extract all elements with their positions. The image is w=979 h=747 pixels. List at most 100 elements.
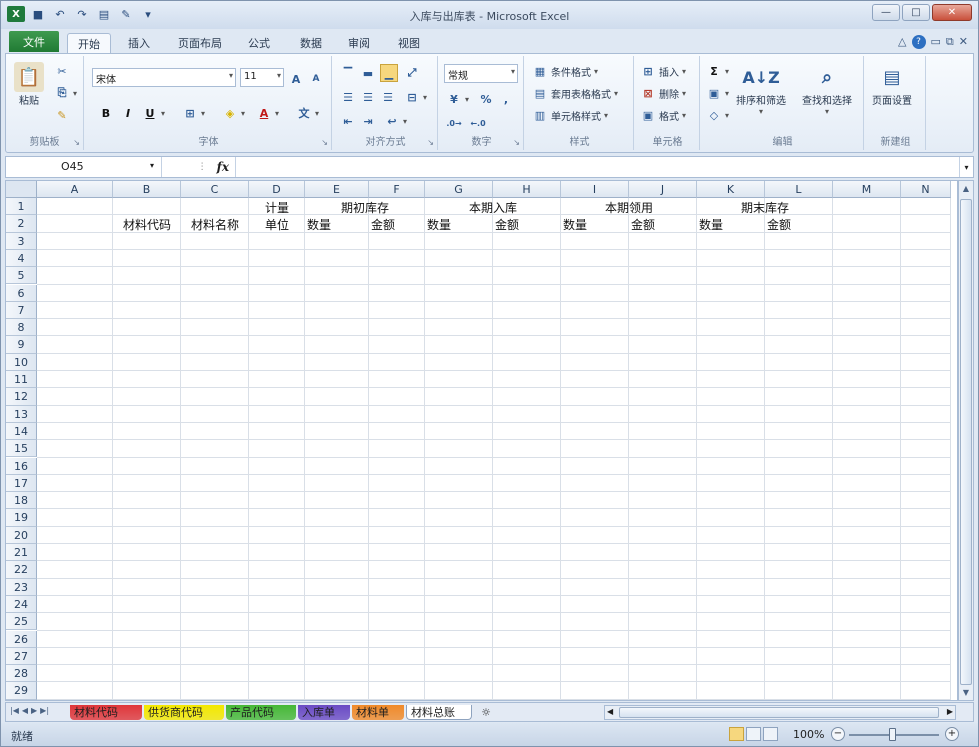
scroll-down-icon[interactable]: ▼ <box>959 685 973 700</box>
name-box[interactable]: O45 <box>6 157 162 177</box>
column-header-m[interactable]: M <box>833 181 901 198</box>
cell-g1[interactable]: 本期入库 <box>427 199 559 216</box>
align-top-button[interactable]: ▔ <box>340 64 356 82</box>
maximize-button[interactable]: □ <box>902 4 930 21</box>
sheet-tab-material-ledger[interactable]: 材料总账 <box>406 705 472 720</box>
row-header-5[interactable]: 5 <box>6 267 37 285</box>
tab-data[interactable]: 数据 <box>291 33 331 53</box>
page-setup-button[interactable]: ▤ 页面设置 <box>872 62 912 108</box>
column-header-n[interactable]: N <box>901 181 951 198</box>
merge-center-button[interactable]: ⊟ ▾ <box>404 88 427 106</box>
row-header-7[interactable]: 7 <box>6 301 37 320</box>
cut-button[interactable]: ✂ <box>54 62 70 80</box>
wrap-text-button[interactable]: ↩ ▾ <box>384 112 407 130</box>
orientation-button[interactable]: ⤢ <box>404 64 420 82</box>
column-header-e[interactable]: E <box>305 181 369 198</box>
decrease-decimal-button[interactable]: ←.0 <box>470 114 486 132</box>
column-header-h[interactable]: H <box>493 181 561 198</box>
formula-input[interactable] <box>238 157 959 177</box>
cell-h2[interactable]: 金额 <box>495 216 559 233</box>
normal-view-icon[interactable] <box>729 727 744 741</box>
row-header-3[interactable]: 3 <box>6 232 37 250</box>
minimize-button[interactable]: — <box>872 4 900 21</box>
cell-styles-button[interactable]: ▥ 单元格样式 ▾ <box>532 106 608 124</box>
row-header-17[interactable]: 17 <box>6 474 37 493</box>
row-header-28[interactable]: 28 <box>6 665 37 683</box>
column-header-k[interactable]: K <box>697 181 765 198</box>
cell-c2[interactable]: 材料名称 <box>183 216 247 233</box>
column-header-d[interactable]: D <box>249 181 305 198</box>
cell-e2[interactable]: 数量 <box>307 216 367 233</box>
row-header-25[interactable]: 25 <box>6 613 37 631</box>
vertical-scroll-thumb[interactable] <box>960 199 972 685</box>
row-header-11[interactable]: 11 <box>6 371 37 389</box>
alignment-launcher-icon[interactable]: ↘ <box>427 138 434 147</box>
close-button[interactable]: ✕ <box>932 4 972 21</box>
sheet-tab-supplier-code[interactable]: 供货商代码 <box>144 705 224 720</box>
column-header-j[interactable]: J <box>629 181 697 198</box>
clipboard-launcher-icon[interactable]: ↘ <box>73 138 80 147</box>
new-sheet-icon[interactable]: ☼ <box>476 705 496 720</box>
row-header-27[interactable]: 27 <box>6 647 37 666</box>
fill-button[interactable]: ▣ ▾ <box>706 84 729 102</box>
sheet-tab-product-code[interactable]: 产品代码 <box>226 705 296 720</box>
cell-j2[interactable]: 金额 <box>631 216 695 233</box>
underline-button[interactable]: U ▾ <box>142 104 165 122</box>
scroll-right-icon[interactable]: ▶ <box>947 707 953 716</box>
row-header-18[interactable]: 18 <box>6 492 37 510</box>
tab-insert[interactable]: 插入 <box>119 33 159 53</box>
font-size-select[interactable]: 11 ▾ <box>240 68 284 87</box>
column-header-f[interactable]: F <box>369 181 425 198</box>
next-sheet-icon[interactable]: ▶ <box>31 706 37 715</box>
column-header-l[interactable]: L <box>765 181 833 198</box>
font-launcher-icon[interactable]: ↘ <box>321 138 328 147</box>
cell-g2[interactable]: 数量 <box>427 216 491 233</box>
align-right-button[interactable]: ☰ <box>380 88 396 106</box>
page-layout-view-icon[interactable] <box>746 727 761 741</box>
font-name-select[interactable]: 宋体 ▾ <box>92 68 236 87</box>
sheet-tab-inbound[interactable]: 入库单 <box>298 705 350 720</box>
row-header-29[interactable]: 29 <box>6 682 37 700</box>
zoom-level[interactable]: 100% <box>793 728 824 741</box>
conditional-formatting-button[interactable]: ▦ 条件格式 ▾ <box>532 62 598 80</box>
workbook-close-icon[interactable]: ✕ <box>959 35 968 49</box>
workbook-minimize-icon[interactable]: ▭ <box>931 35 941 49</box>
align-bottom-button[interactable]: ▁ <box>380 64 398 82</box>
grow-font-button[interactable]: A <box>288 70 304 88</box>
zoom-slider-knob[interactable] <box>889 728 896 741</box>
row-header-12[interactable]: 12 <box>6 388 37 406</box>
format-as-table-button[interactable]: ▤ 套用表格格式 ▾ <box>532 84 618 102</box>
cell-e1[interactable]: 期初库存 <box>307 199 423 216</box>
horizontal-scroll-thumb[interactable] <box>619 707 939 718</box>
font-color-button[interactable]: A ▾ <box>256 104 279 122</box>
prev-sheet-icon[interactable]: ◀ <box>22 706 28 715</box>
workbook-restore-icon[interactable]: ⧉ <box>946 35 954 49</box>
align-center-button[interactable]: ☰ <box>360 88 376 106</box>
paste-button[interactable]: 📋 粘贴 <box>14 62 44 107</box>
increase-indent-button[interactable]: ⇥ <box>360 112 376 130</box>
row-header-10[interactable]: 10 <box>6 353 37 371</box>
row-header-2[interactable]: 2 <box>6 215 37 233</box>
scroll-left-icon[interactable]: ◀ <box>607 707 613 716</box>
scroll-up-icon[interactable]: ▲ <box>959 181 973 196</box>
row-header-26[interactable]: 26 <box>6 630 37 648</box>
tab-formulas[interactable]: 公式 <box>239 33 279 53</box>
row-header-21[interactable]: 21 <box>6 544 37 562</box>
first-sheet-icon[interactable]: |◀ <box>10 706 19 715</box>
phonetic-button[interactable]: 文 ▾ <box>296 104 320 122</box>
sheet-tab-material-list[interactable]: 材料单 <box>352 705 404 720</box>
percent-button[interactable]: % <box>478 90 494 108</box>
horizontal-scrollbar[interactable]: ◀ ▶ <box>604 705 956 720</box>
row-header-23[interactable]: 23 <box>6 578 37 596</box>
column-header-c[interactable]: C <box>181 181 249 198</box>
row-header-1[interactable]: 1 <box>6 198 37 216</box>
row-header-6[interactable]: 6 <box>6 284 37 302</box>
fill-color-button[interactable]: ◈ ▾ <box>222 104 245 122</box>
number-format-select[interactable]: 常规 ▾ <box>444 64 518 83</box>
tab-file[interactable]: 文件 <box>9 31 59 52</box>
column-header-i[interactable]: I <box>561 181 629 198</box>
column-header-a[interactable]: A <box>37 181 113 198</box>
cell-k1[interactable]: 期末库存 <box>699 199 831 216</box>
row-header-24[interactable]: 24 <box>6 595 37 614</box>
cell-f2[interactable]: 金额 <box>371 216 423 233</box>
